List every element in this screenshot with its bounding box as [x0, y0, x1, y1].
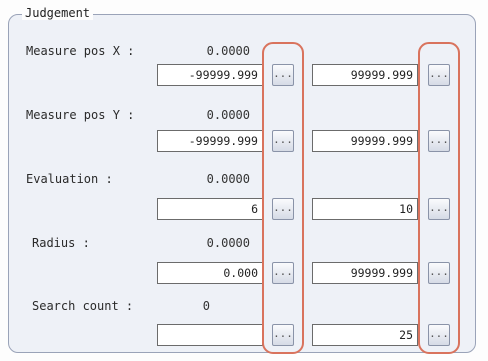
- radius-label: Radius :: [32, 236, 90, 250]
- measure-pos-y-lower-input[interactable]: -99999.999: [157, 130, 263, 152]
- evaluation-lower-input[interactable]: 6: [157, 198, 263, 220]
- group-title: Judgement: [22, 6, 94, 20]
- search-count-lower-button[interactable]: ...: [272, 324, 294, 346]
- evaluation-lower-button[interactable]: ...: [272, 198, 294, 220]
- measure-pos-x-lower-input[interactable]: -99999.999: [157, 64, 263, 86]
- measure-pos-y-upper-input[interactable]: 99999.999: [312, 130, 418, 152]
- measure-pos-x-upper-input[interactable]: 99999.999: [312, 64, 418, 86]
- measure-pos-x-upper-button[interactable]: ...: [428, 64, 450, 86]
- measure-pos-y-value: 0.0000: [206, 108, 250, 122]
- measure-pos-x-value: 0.0000: [206, 44, 250, 58]
- radius-value: 0.0000: [206, 236, 250, 250]
- search-count-lower-input[interactable]: [157, 324, 263, 346]
- radius-upper-input[interactable]: 99999.999: [312, 262, 418, 284]
- measure-pos-y-label: Measure pos Y :: [26, 108, 135, 122]
- measure-pos-y-lower-button[interactable]: ...: [272, 130, 294, 152]
- evaluation-value: 0.0000: [206, 172, 250, 186]
- radius-lower-input[interactable]: 0.000: [157, 262, 263, 284]
- radius-lower-button[interactable]: ...: [272, 262, 294, 284]
- evaluation-label: Evaluation :: [26, 172, 113, 186]
- measure-pos-x-lower-button[interactable]: ...: [272, 64, 294, 86]
- measure-pos-y-upper-button[interactable]: ...: [428, 130, 450, 152]
- search-count-upper-button[interactable]: ...: [428, 324, 450, 346]
- evaluation-upper-input[interactable]: 10: [312, 198, 418, 220]
- measure-pos-x-label: Measure pos X :: [26, 44, 135, 58]
- search-count-upper-input[interactable]: 25: [312, 324, 418, 346]
- search-count-label: Search count :: [32, 299, 134, 313]
- search-count-value: 0: [202, 299, 210, 313]
- radius-upper-button[interactable]: ...: [428, 262, 450, 284]
- evaluation-upper-button[interactable]: ...: [428, 198, 450, 220]
